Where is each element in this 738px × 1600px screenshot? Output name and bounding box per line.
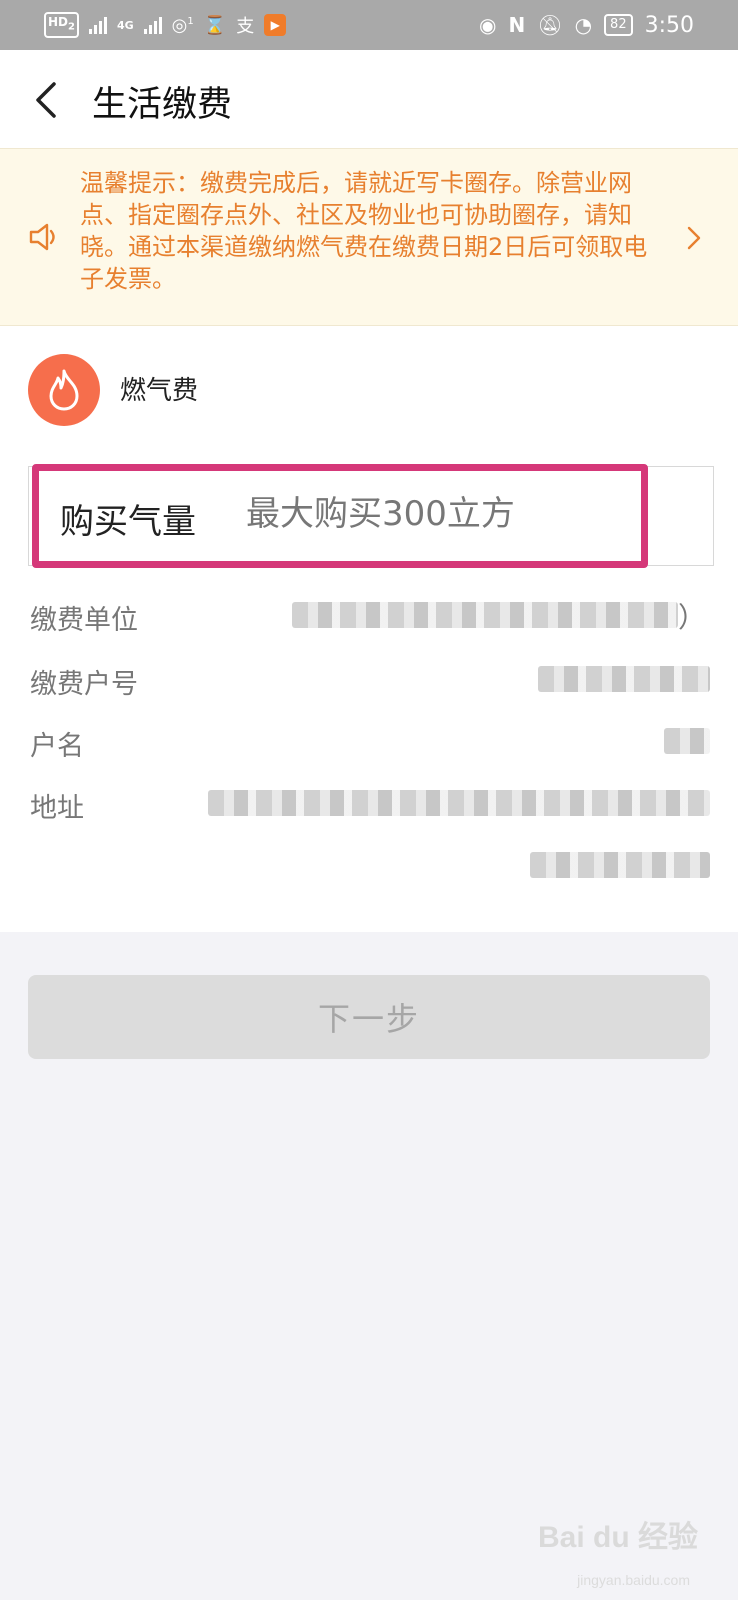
battery-indicator: 82 — [604, 14, 633, 36]
nav-header: 生活缴费 — [0, 50, 738, 148]
mute-bell-icon: 🔕︎ — [537, 13, 563, 37]
eye-icon: ◉ — [479, 13, 497, 37]
next-step-button[interactable]: 下一步 — [28, 975, 710, 1059]
alipay-icon: 支 — [236, 16, 255, 37]
purchase-amount-input[interactable] — [246, 490, 626, 538]
play-app-icon: ▶ — [264, 14, 287, 36]
status-right: ◉ N 🔕︎ ◔ 82 3:50 — [479, 10, 694, 40]
purchase-amount-label: 购买气量 — [60, 502, 196, 542]
payment-unit-value-close: ） — [678, 601, 707, 634]
payment-unit-label: 缴费单位 — [30, 605, 138, 636]
network-type: 4G — [116, 18, 134, 32]
address-label: 地址 — [30, 793, 84, 824]
watermark-url: jingyan.baidu.com — [577, 1572, 690, 1588]
account-number-label: 缴费户号 — [30, 669, 138, 700]
payment-unit-value-redacted — [292, 602, 678, 628]
speaker-icon — [29, 223, 55, 251]
chevron-right-icon[interactable] — [684, 225, 704, 251]
status-bar: HD2 4G ◎1 ⌛ 支 ▶ ◉ N 🔕︎ ◔ 82 3:50 — [0, 0, 738, 50]
next-step-label: 下一步 — [317, 1001, 420, 1037]
speedometer-icon: ◔ — [574, 13, 593, 37]
service-name: 燃气费 — [120, 376, 199, 406]
account-number-value-redacted — [538, 666, 710, 692]
signal-icon-2 — [143, 16, 162, 34]
hotspot-icon: ◎1 — [171, 14, 194, 36]
address-value-redacted-line1 — [208, 790, 710, 816]
notice-text: 温馨提示：缴费完成后，请就近写卡圈存。除营业网点、指定圈存点外、社区及物业也可协… — [80, 169, 648, 293]
status-left: HD2 4G ◎1 ⌛ 支 ▶ — [44, 10, 287, 40]
signal-icon-1 — [88, 16, 107, 34]
clock-time: 3:50 — [644, 12, 694, 38]
back-arrow-icon[interactable] — [30, 80, 70, 120]
hd-indicator: HD2 — [44, 12, 79, 38]
notice-banner[interactable]: 温馨提示：缴费完成后，请就近写卡圈存。除营业网点、指定圈存点外、社区及物业也可协… — [0, 148, 738, 326]
flame-icon — [49, 369, 79, 411]
hourglass-icon: ⌛ — [203, 14, 227, 36]
account-name-value-redacted — [664, 728, 710, 754]
baidu-jingyan-watermark: Bai du 经验 — [537, 1521, 698, 1554]
account-name-label: 户名 — [30, 731, 84, 762]
address-value-redacted-line2 — [530, 852, 710, 878]
nfc-icon: N — [508, 13, 526, 37]
page-title: 生活缴费 — [92, 85, 233, 125]
gas-service-badge — [28, 354, 100, 426]
payment-card: 燃气费 购买气量 缴费单位 ） 缴费户号 户名 地址 — [0, 326, 738, 932]
